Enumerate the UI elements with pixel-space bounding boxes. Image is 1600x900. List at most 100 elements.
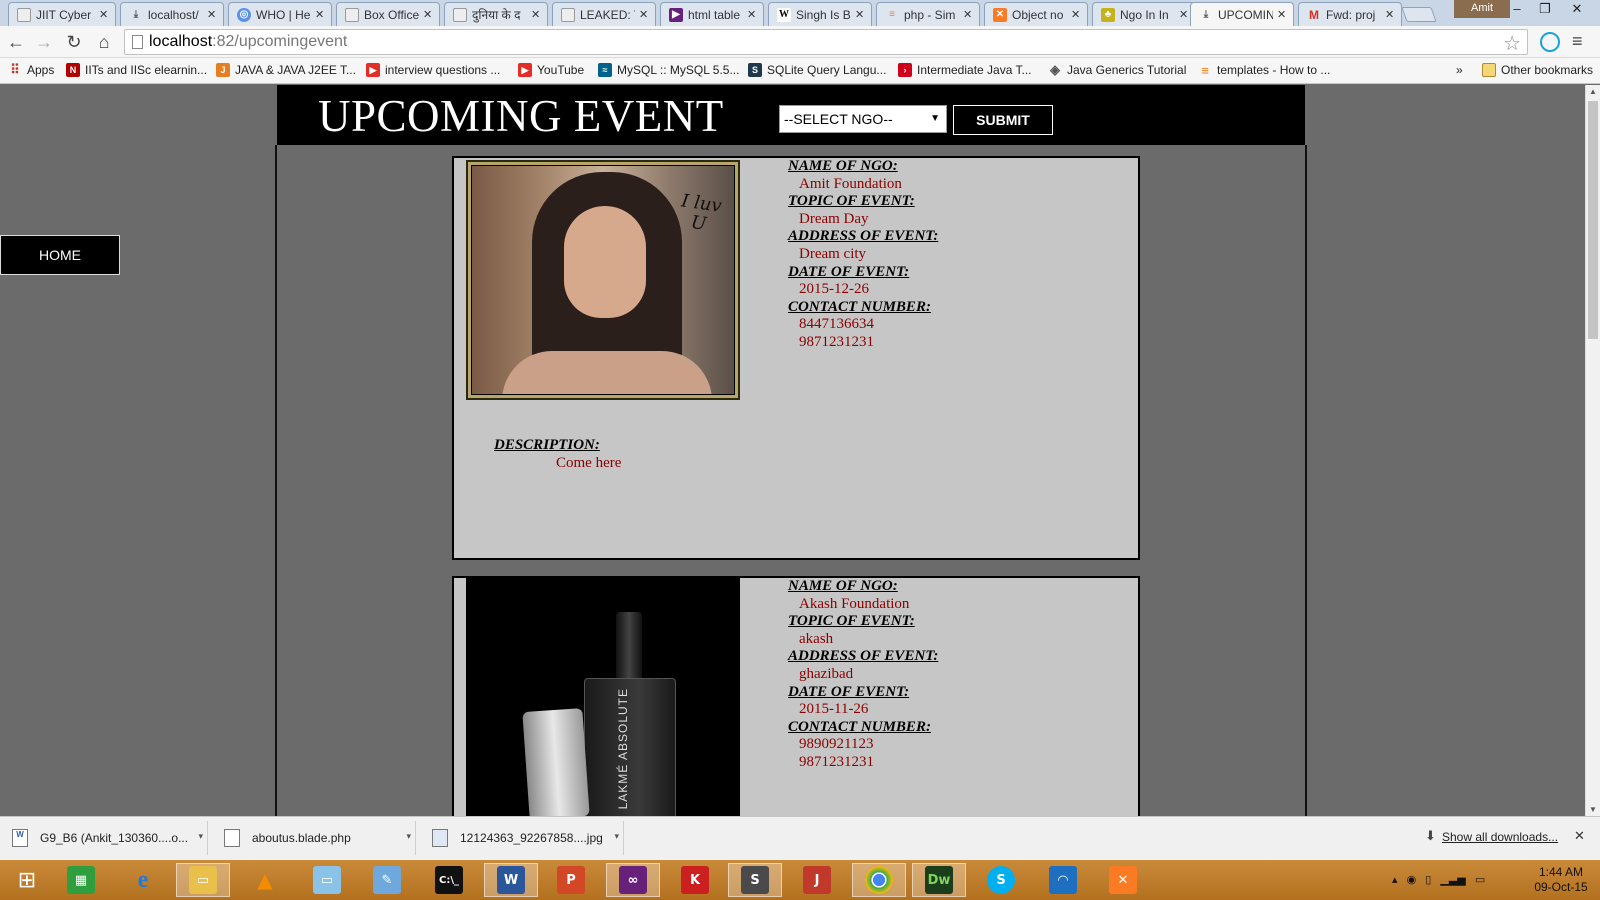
home-icon[interactable]: ⌂ xyxy=(92,31,116,53)
taskbar-app[interactable]: W xyxy=(484,863,538,897)
close-icon[interactable]: ✕ xyxy=(963,8,973,21)
minimize-icon[interactable]: – xyxy=(1502,0,1532,20)
close-icon[interactable]: ✕ xyxy=(423,8,433,21)
close-icon[interactable]: ✕ xyxy=(1071,8,1081,21)
chevron-down-icon[interactable]: ▾ xyxy=(198,831,203,842)
browser-tab[interactable]: W Singh Is B ✕ xyxy=(768,2,872,26)
close-icon[interactable]: ✕ xyxy=(639,8,649,21)
bookmark-item[interactable]: J JAVA & JAVA J2EE T... xyxy=(216,63,356,77)
maximize-icon[interactable]: ❐ xyxy=(1530,0,1560,20)
bookmark-item[interactable]: S SQLite Query Langu... xyxy=(748,63,886,77)
forward-icon[interactable]: → xyxy=(32,31,56,53)
close-icon[interactable]: ✕ xyxy=(1574,828,1585,844)
window-close-icon[interactable]: ✕ xyxy=(1562,0,1592,20)
taskbar-app[interactable] xyxy=(852,863,906,897)
chrome-menu-icon[interactable]: ≡ xyxy=(1572,31,1583,52)
close-icon[interactable]: ✕ xyxy=(747,8,757,21)
taskbar-app[interactable]: ▭ xyxy=(176,863,230,897)
browser-tab[interactable]: LEAKED: T ✕ xyxy=(552,2,656,26)
close-icon[interactable]: ✕ xyxy=(855,8,865,21)
tray-chevron-icon[interactable]: ▴ xyxy=(1392,874,1398,886)
signal-icon[interactable]: ▁▃▅ xyxy=(1440,874,1465,886)
show-all-downloads-link[interactable]: Show all downloads... xyxy=(1442,830,1558,844)
taskbar-app[interactable]: C:\_ xyxy=(422,863,476,897)
taskbar-app[interactable]: ◠ xyxy=(1036,863,1090,897)
scroll-down-icon[interactable]: ▼ xyxy=(1589,805,1597,814)
bookmark-apps[interactable]: ⠿ Apps xyxy=(8,62,54,77)
scrollbar-thumb[interactable] xyxy=(1588,101,1598,339)
close-icon[interactable]: ✕ xyxy=(1277,8,1287,21)
chrome-tray-icon[interactable]: ◉ xyxy=(1407,874,1417,886)
date-value: 2015-12-26 xyxy=(799,281,869,298)
bookmark-item[interactable]: N IITs and IISc elearnin... xyxy=(66,63,207,77)
browser-tab[interactable]: ◎ WHO | He ✕ xyxy=(228,2,332,26)
address-bar[interactable]: localhost:82/upcomingevent ☆ xyxy=(124,29,1528,55)
taskbar-app[interactable]: e xyxy=(116,863,170,897)
browser-tab[interactable]: Box Office ✕ xyxy=(336,2,440,26)
home-button[interactable]: HOME xyxy=(0,235,120,275)
taskbar-app[interactable]: S xyxy=(974,863,1028,897)
taskbar-app[interactable]: P xyxy=(544,863,598,897)
chevron-down-icon[interactable]: ▾ xyxy=(406,831,411,842)
bookmark-item[interactable]: ◈ Java Generics Tutorial xyxy=(1048,62,1186,77)
taskbar-app[interactable]: ✕ xyxy=(1096,863,1150,897)
ngo-value: Akash Foundation xyxy=(799,595,910,612)
bookmarks-overflow-button[interactable]: » xyxy=(1456,63,1463,77)
taskbar-clock[interactable]: 1:44 AM 09-Oct-15 xyxy=(1528,865,1594,895)
youtube-icon: ▶ xyxy=(366,63,380,77)
close-icon[interactable]: ✕ xyxy=(1385,8,1395,21)
browser-tab[interactable]: ✕ Object no ✕ xyxy=(984,2,1088,26)
bookmark-item[interactable]: ≡ templates - How to ... xyxy=(1198,63,1330,78)
back-icon[interactable]: ← xyxy=(4,31,28,53)
bookmark-item[interactable]: ▶ YouTube xyxy=(518,63,584,77)
browser-tab[interactable]: ≡ php - Sim ✕ xyxy=(876,2,980,26)
scroll-up-icon[interactable]: ▲ xyxy=(1589,87,1597,96)
taskbar-app[interactable]: ✎ xyxy=(360,863,414,897)
taskbar-app[interactable]: ∞ xyxy=(606,863,660,897)
browser-tab[interactable]: ♣ Ngo In In ✕ xyxy=(1092,2,1196,26)
event-description: DESCRIPTION: Come here xyxy=(494,437,621,472)
bookmark-star-icon[interactable]: ☆ xyxy=(1503,31,1521,56)
submit-button[interactable]: SUBMIT xyxy=(953,105,1053,135)
browser-tab[interactable]: दुनिया के द ✕ xyxy=(444,2,548,26)
download-item[interactable]: W G9_B6 (Ankit_130360....o... ▾ xyxy=(0,821,208,855)
browser-tab[interactable]: M Fwd: proj ✕ xyxy=(1298,2,1402,26)
close-icon[interactable]: ✕ xyxy=(99,8,109,21)
other-bookmarks-folder[interactable]: Other bookmarks xyxy=(1482,63,1593,77)
bookmark-item[interactable]: ▶ interview questions ... xyxy=(366,63,500,77)
download-item[interactable]: aboutus.blade.php ▾ xyxy=(212,821,416,855)
browser-tab[interactable]: ⤓ localhost/ ✕ xyxy=(120,2,224,26)
close-icon[interactable]: ✕ xyxy=(531,8,541,21)
action-center-icon[interactable]: ▭ xyxy=(1475,874,1485,886)
taskbar-app[interactable]: ▦ xyxy=(54,863,108,897)
download-item[interactable]: 12124363_92267858....jpg ▾ xyxy=(420,821,624,855)
close-icon[interactable]: ✕ xyxy=(315,8,325,21)
browser-tab-active[interactable]: ⤓ UPCOMIN ✕ xyxy=(1190,2,1294,26)
reload-icon[interactable]: ↻ xyxy=(62,31,86,53)
contact-value: 9871231231 xyxy=(799,333,874,350)
download-bar: W G9_B6 (Ankit_130360....o... ▾ aboutus.… xyxy=(0,816,1600,860)
extension-icon[interactable] xyxy=(1540,32,1560,52)
taskbar-app[interactable]: K xyxy=(668,863,722,897)
word-icon: W xyxy=(497,866,525,894)
taskbar-app[interactable]: ▭ xyxy=(300,863,354,897)
chevron-down-icon[interactable]: ▾ xyxy=(614,831,619,842)
start-button[interactable]: ⊞ xyxy=(0,863,54,897)
wifi-icon: ◠ xyxy=(1049,866,1077,894)
system-tray[interactable]: ▴ ◉ ▯ ▁▃▅ ▭ xyxy=(1392,873,1485,886)
event-details: NAME OF NGO: Amit Foundation TOPIC OF EV… xyxy=(788,158,938,352)
taskbar-app[interactable]: S xyxy=(728,863,782,897)
taskbar-app[interactable]: Dw xyxy=(912,863,966,897)
bookmark-item[interactable]: › Intermediate Java T... xyxy=(898,63,1032,77)
close-icon[interactable]: ✕ xyxy=(207,8,217,21)
browser-tab[interactable]: JIIT Cyber ✕ xyxy=(8,2,116,26)
battery-icon[interactable]: ▯ xyxy=(1425,874,1431,886)
bookmark-item[interactable]: ≈ MySQL :: MySQL 5.5... xyxy=(598,63,739,77)
taskbar-app[interactable]: J xyxy=(790,863,844,897)
new-tab-button[interactable] xyxy=(1401,7,1437,22)
close-icon[interactable]: ✕ xyxy=(1179,8,1189,21)
ngo-select[interactable]: --SELECT NGO-- ▼ xyxy=(779,105,947,133)
browser-tab[interactable]: ▶ html table ✕ xyxy=(660,2,764,26)
taskbar-app[interactable]: ▲ xyxy=(238,863,292,897)
vertical-scrollbar[interactable]: ▲ ▼ xyxy=(1585,85,1600,816)
